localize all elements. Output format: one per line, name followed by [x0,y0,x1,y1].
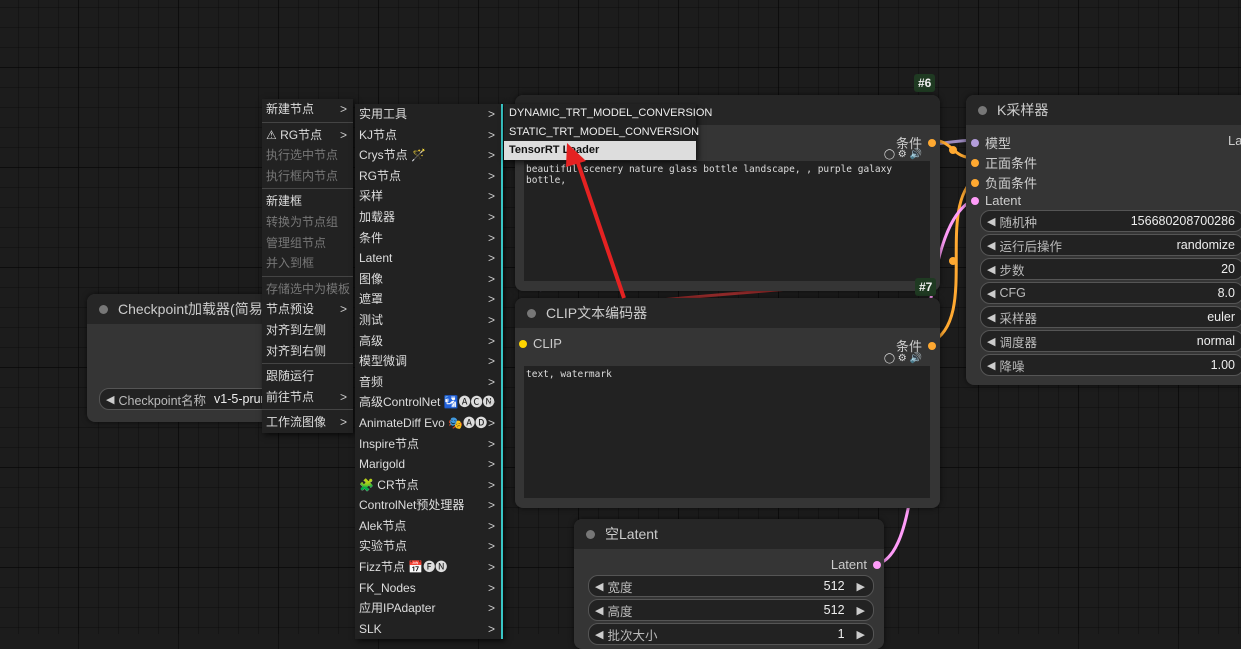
annotation-arrow [566,143,626,299]
